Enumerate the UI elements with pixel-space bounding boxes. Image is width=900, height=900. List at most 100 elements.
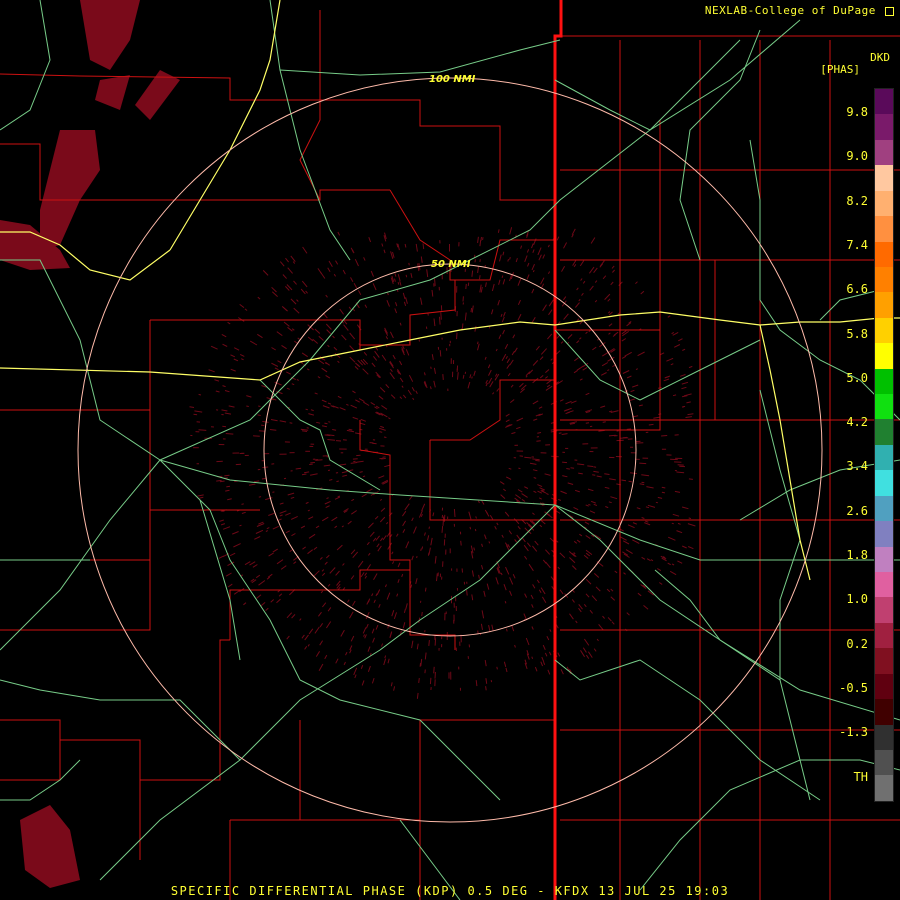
legend-swatch [875, 699, 893, 725]
echo-speck [193, 413, 198, 416]
legend-swatch [875, 292, 893, 318]
range-ring-50-label: 50 NMI [431, 259, 471, 270]
echo-speck [507, 258, 509, 262]
echo-speck [688, 517, 692, 520]
echo-speck [421, 611, 423, 617]
echo-speck [457, 372, 459, 380]
legend-tick-label: 3.4 [846, 459, 868, 474]
legend-tick-label: -1.3 [839, 725, 868, 740]
echo-speck [501, 275, 504, 279]
credit-text: NEXLAB-College of DuPage [704, 4, 876, 17]
echo-speck [661, 435, 668, 437]
product-caption: SPECIFIC DIFFERENTIAL PHASE (KDP) 0.5 DE… [170, 884, 730, 898]
echo-speck [648, 423, 654, 426]
echo-speck [257, 414, 261, 416]
legend-tick-label: 7.4 [846, 237, 868, 252]
echo-speck [434, 638, 437, 646]
echo-speck [504, 601, 507, 604]
echo-speck [258, 496, 262, 498]
echo-speck [626, 428, 632, 430]
legend-swatch [875, 216, 893, 242]
echo-speck [477, 341, 479, 345]
echo-speck [471, 376, 473, 379]
echo-speck [226, 485, 231, 488]
legend-swatch [875, 521, 893, 547]
echo-speck [383, 436, 387, 438]
echo-speck [524, 456, 532, 459]
echo-speck [216, 479, 222, 482]
echo-speck [469, 526, 472, 530]
radar-map [0, 0, 900, 900]
legend-swatch [875, 648, 893, 674]
echo-speck [224, 474, 230, 477]
echo-speck [258, 405, 261, 407]
echo-speck [671, 522, 674, 525]
echo-speck [518, 467, 521, 470]
echo-speck [587, 465, 594, 467]
echo-speck [602, 421, 606, 423]
echo-speck [328, 421, 331, 423]
echo-speck [430, 366, 432, 370]
echo-speck [570, 467, 575, 469]
color-legend-bar [874, 88, 894, 802]
echo-speck [535, 459, 540, 462]
echo-speck [246, 405, 249, 407]
legend-swatch [875, 266, 893, 293]
echo-speck [198, 393, 202, 396]
echo-speck [379, 431, 383, 433]
echo-speck [416, 555, 418, 559]
legend-swatch [875, 749, 893, 776]
echo-speck [327, 439, 336, 441]
legend-tick-label: -0.5 [839, 680, 868, 695]
echo-speck [462, 374, 465, 379]
echo-speck [441, 526, 444, 533]
echo-speck [661, 491, 665, 494]
legend-swatch [875, 724, 893, 750]
legend-tick-label: 1.8 [846, 548, 868, 562]
echo-speck [225, 433, 234, 435]
legend-swatch [875, 114, 893, 140]
legend-swatch [875, 139, 893, 166]
echo-speck [473, 547, 475, 551]
legend-tick-label: 1.0 [846, 592, 868, 607]
legend-swatch [875, 673, 893, 700]
echo-speck [416, 692, 419, 699]
echo-speck [315, 459, 323, 461]
echo-speck [480, 236, 482, 241]
echo-speck [253, 435, 260, 437]
echo-speck [324, 422, 328, 425]
legend-tick-label: 2.6 [846, 503, 868, 518]
legend-swatch [875, 495, 893, 522]
echo-speck [421, 546, 424, 550]
echo-speck [461, 323, 464, 330]
echo-speck [641, 481, 645, 484]
legend-tick-label: TH [853, 769, 868, 784]
echo-speck [439, 316, 441, 325]
echo-speck [460, 540, 462, 546]
echo-speck [440, 312, 442, 320]
echo-speck [295, 467, 302, 470]
legend-tick-label: 9.0 [846, 149, 868, 164]
echo-speck [592, 474, 596, 476]
credit-label: NEXLAB-College of DuPage [705, 4, 894, 17]
echo-speck [397, 281, 400, 285]
echo-speck [427, 552, 430, 556]
echo-speck [470, 307, 473, 313]
echo-speck [428, 526, 430, 529]
legend-tick-label: 8.2 [846, 193, 868, 208]
legend-tick-label: 6.6 [846, 282, 868, 297]
echo-speck [418, 339, 420, 342]
echo-speck [536, 440, 541, 442]
legend-swatch [875, 622, 893, 649]
echo-speck [422, 243, 425, 250]
echo-speck [239, 524, 242, 527]
legend-swatch [875, 89, 893, 115]
echo-speck [453, 508, 456, 517]
echo-speck [466, 590, 468, 596]
echo-speck [261, 477, 266, 480]
echo-speck [261, 424, 265, 427]
echo-speck [424, 587, 427, 592]
legend-swatch [875, 165, 893, 191]
info-icon[interactable] [885, 6, 894, 16]
echo-speck [566, 468, 570, 470]
